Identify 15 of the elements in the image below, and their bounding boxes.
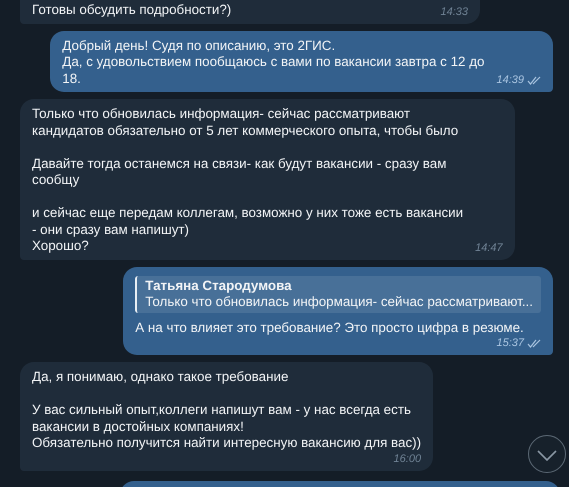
message-time: 14:47 [475, 240, 503, 254]
message-text: Добрый день! Судя по описанию, это 2ГИС. Да, с удовольствием пообщаюсь с вами по вакансии завтра с 12 до 18. [62, 38, 484, 87]
message-text: Да, я понимаю, однако такое требование У вас сильный опыт,коллеги напишут вам - у нас всегда есть вакансии в достойных компаниях! Обязательно получится найти интересную вакансию для вас)) [32, 369, 422, 452]
chevron-down-icon [537, 450, 557, 461]
reply-author: Татьяна Стародумова [145, 278, 293, 294]
message-time: 14:39 [496, 73, 524, 87]
reply-snippet: Только что обновилась информация- сейчас рассматривают... [145, 294, 533, 310]
message-text: Только что обновилась информация- сейчас рассматривают кандидатов обязательно от 5 лет коммерческого опыта, чтобы было Давайте тогда останемся на связи- как будут вакансии - сразу вам сообщу и сейчас еще передам коллегам, возможно у них тоже есть вакансии - они сразу вам напишут) Хорошо? [32, 106, 464, 254]
message-text: Готовы обсудить подробности?) [32, 2, 232, 18]
reply-quote[interactable]: Татьяна Стародумова Только что обновилась информация- сейчас рассматривают... [135, 276, 541, 312]
message-time: 14:33 [440, 4, 468, 18]
message-time: 15:37 [496, 336, 524, 350]
scroll-down-button[interactable] [528, 435, 566, 473]
message-time: 16:00 [394, 452, 422, 466]
message-text: А на что влияет это требование? Это просто цифра в резюме. [135, 320, 525, 336]
